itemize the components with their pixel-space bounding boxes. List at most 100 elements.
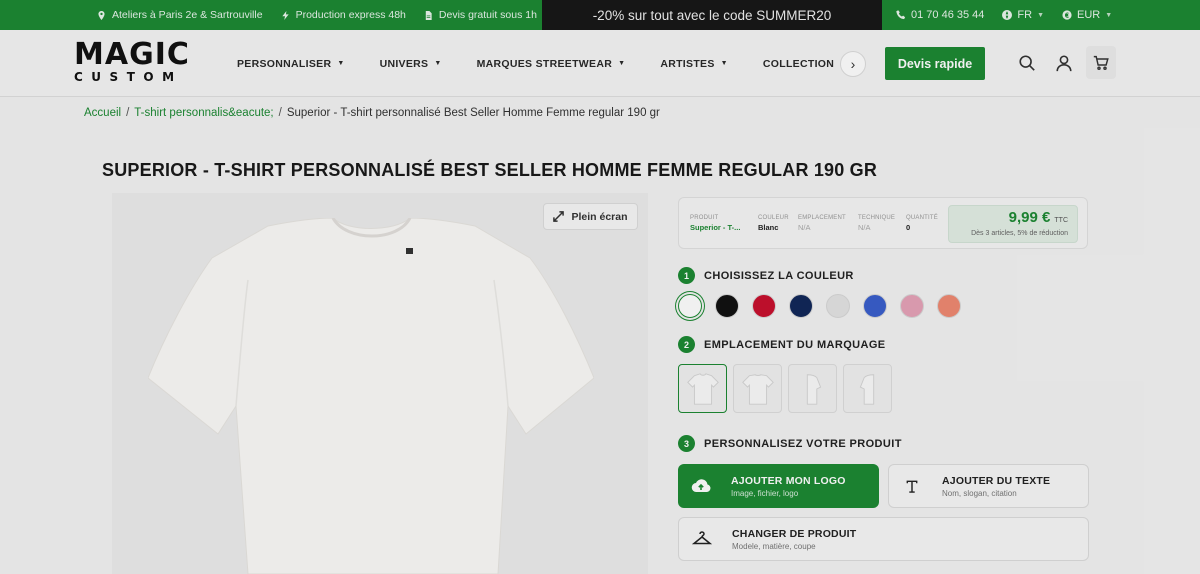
euro-icon <box>1062 10 1072 20</box>
summary-value: N/A <box>798 223 811 232</box>
site-logo[interactable]: MAGIC CUSTOM <box>74 40 196 86</box>
step-label: PERSONNALISEZ VOTRE PRODUIT <box>704 437 902 450</box>
product-title: SUPERIOR - T-SHIRT PERSONNALISÉ BEST SEL… <box>102 160 878 180</box>
summary-placement: EMPLACEMENT N/A <box>798 215 846 232</box>
nav-next-button[interactable]: › <box>840 51 866 77</box>
chevron-down-icon: ▼ <box>1037 11 1045 19</box>
tshirt-side-thumb-icon <box>806 373 821 405</box>
breadcrumb-separator: / <box>278 107 282 119</box>
add-text-button[interactable]: AJOUTER DU TEXTE Nom, slogan, citation <box>888 464 1089 508</box>
location-info: Ateliers à Paris 2e & Sartrouville <box>97 9 263 21</box>
step-color: 1 CHOISISSEZ LA COULEUR <box>678 267 854 284</box>
tshirt-back-thumb-icon <box>741 373 774 405</box>
quote-info: Devis gratuit sous 1h <box>424 9 537 21</box>
breadcrumb-category[interactable]: T-shirt personnalis&eacute; <box>134 107 273 119</box>
search-button[interactable] <box>1017 53 1037 73</box>
color-swatch-navy[interactable] <box>789 294 813 318</box>
price-box: 9,99 € TTC Dès 3 articles, 5% de réducti… <box>948 205 1078 243</box>
breadcrumb-home[interactable]: Accueil <box>84 107 121 119</box>
breadcrumb-separator: / <box>126 107 130 119</box>
summary-label: EMPLACEMENT <box>798 215 846 221</box>
placement-front[interactable] <box>678 364 727 413</box>
tshirt-image <box>148 218 594 574</box>
caret-down-icon: ▼ <box>434 60 442 67</box>
summary-label: PRODUIT <box>690 215 719 221</box>
phone-link[interactable]: 01 70 46 35 44 <box>896 9 984 21</box>
add-text-text: AJOUTER DU TEXTE Nom, slogan, citation <box>942 475 1050 498</box>
step-number: 2 <box>678 336 695 353</box>
add-text-subtitle: Nom, slogan, citation <box>942 488 1017 498</box>
add-logo-button[interactable]: AJOUTER MON LOGO Image, fichier, logo <box>678 464 879 508</box>
summary-value: 0 <box>906 223 911 232</box>
price-suffix: TTC <box>1054 217 1068 224</box>
placement-options <box>678 364 892 413</box>
add-logo-subtitle: Image, fichier, logo <box>731 488 799 498</box>
express-text: Production express 48h <box>295 9 406 21</box>
nav-item-marques-streetwear[interactable]: MARQUES STREETWEAR ▼ <box>477 58 626 70</box>
fullscreen-label: Plein écran <box>571 210 628 223</box>
phone-icon <box>896 10 906 20</box>
summary-value: Blanc <box>758 223 779 232</box>
color-swatch-black[interactable] <box>715 294 739 318</box>
top-bar-info: Ateliers à Paris 2e & Sartrouville Produ… <box>0 0 542 30</box>
tshirt-side-thumb-icon <box>859 373 874 405</box>
add-text-title: AJOUTER DU TEXTE <box>942 474 1051 487</box>
quick-quote-button[interactable]: Devis rapide <box>885 47 985 80</box>
language-value: FR <box>1017 9 1033 21</box>
summary-value: N/A <box>858 223 871 232</box>
color-swatch-pink[interactable] <box>900 294 924 318</box>
nav-label: ARTISTES <box>660 57 715 70</box>
quote-info-text: Devis gratuit sous 1h <box>438 9 537 21</box>
logo-top-text: MAGIC <box>74 37 190 72</box>
expand-icon <box>553 211 565 222</box>
account-button[interactable] <box>1054 53 1074 73</box>
nav-item-artistes[interactable]: ARTISTES ▼ <box>660 58 728 70</box>
cart-icon <box>1093 55 1109 70</box>
language-selector[interactable]: FR ▼ <box>1002 9 1044 21</box>
summary-quantity: QUANTITÉ 0 <box>906 215 938 232</box>
user-icon <box>1056 55 1072 72</box>
fullscreen-button[interactable]: Plein écran <box>543 203 638 230</box>
cart-button[interactable] <box>1086 46 1116 79</box>
color-swatch-red[interactable] <box>752 294 776 318</box>
nav-item-univers[interactable]: UNIVERS ▼ <box>380 58 442 70</box>
change-product-subtitle: Modele, matière, coupe <box>732 541 816 551</box>
summary-label: QUANTITÉ <box>906 215 938 221</box>
step-customize: 3 PERSONNALISEZ VOTRE PRODUIT <box>678 435 902 452</box>
top-bar: Ateliers à Paris 2e & Sartrouville Produ… <box>0 0 1200 30</box>
chevron-right-icon: › <box>850 56 856 72</box>
tshirt-front-thumb-icon <box>686 372 719 405</box>
summary-label: COULEUR <box>758 215 789 221</box>
step-label: EMPLACEMENT DU MARQUAGE <box>704 338 886 351</box>
placement-back[interactable] <box>733 364 782 413</box>
nav-label: COLLECTION <box>762 57 835 70</box>
summary-label: TECHNIQUE <box>858 215 896 221</box>
caret-down-icon: ▼ <box>337 60 345 67</box>
currency-value: EUR <box>1077 9 1101 21</box>
color-swatch-white[interactable] <box>678 294 702 318</box>
main-header: MAGIC CUSTOM PERSONNALISER ▼ UNIVERS ▼ MAR… <box>0 30 1200 97</box>
summary-color: COULEUR Blanc <box>758 215 789 232</box>
change-product-title: CHANGER DE PRODUIT <box>732 527 857 540</box>
hanger-icon <box>692 529 712 549</box>
nav-label: PERSONNALISER <box>237 57 332 70</box>
currency-selector[interactable]: EUR ▼ <box>1062 9 1112 21</box>
nav-item-collection[interactable]: COLLECTION▼ <box>763 58 847 70</box>
breadcrumb: Accueil / T-shirt personnalis&eacute; / … <box>84 107 660 119</box>
change-product-button[interactable]: CHANGER DE PRODUIT Modele, matière, coup… <box>678 517 1089 561</box>
placement-left-sleeve[interactable] <box>788 364 837 413</box>
search-icon <box>1019 55 1035 71</box>
placement-right-sleeve[interactable] <box>843 364 892 413</box>
color-swatch-light-grey[interactable] <box>826 294 850 318</box>
nav-item-personnaliser[interactable]: PERSONNALISER ▼ <box>237 58 345 70</box>
color-swatch-coral[interactable] <box>937 294 961 318</box>
order-summary: PRODUIT Superior - T-... COULEUR Blanc E… <box>678 197 1088 249</box>
price-amount: 9,99 € <box>1008 209 1051 226</box>
document-icon <box>425 10 432 20</box>
step-number: 1 <box>678 267 695 284</box>
step-placement: 2 EMPLACEMENT DU MARQUAGE <box>678 336 886 353</box>
step-label: CHOISISSEZ LA COULEUR <box>704 269 854 282</box>
chevron-down-icon: ▼ <box>1105 11 1113 19</box>
nav-label: UNIVERS <box>379 57 429 70</box>
color-swatch-royal-blue[interactable] <box>863 294 887 318</box>
